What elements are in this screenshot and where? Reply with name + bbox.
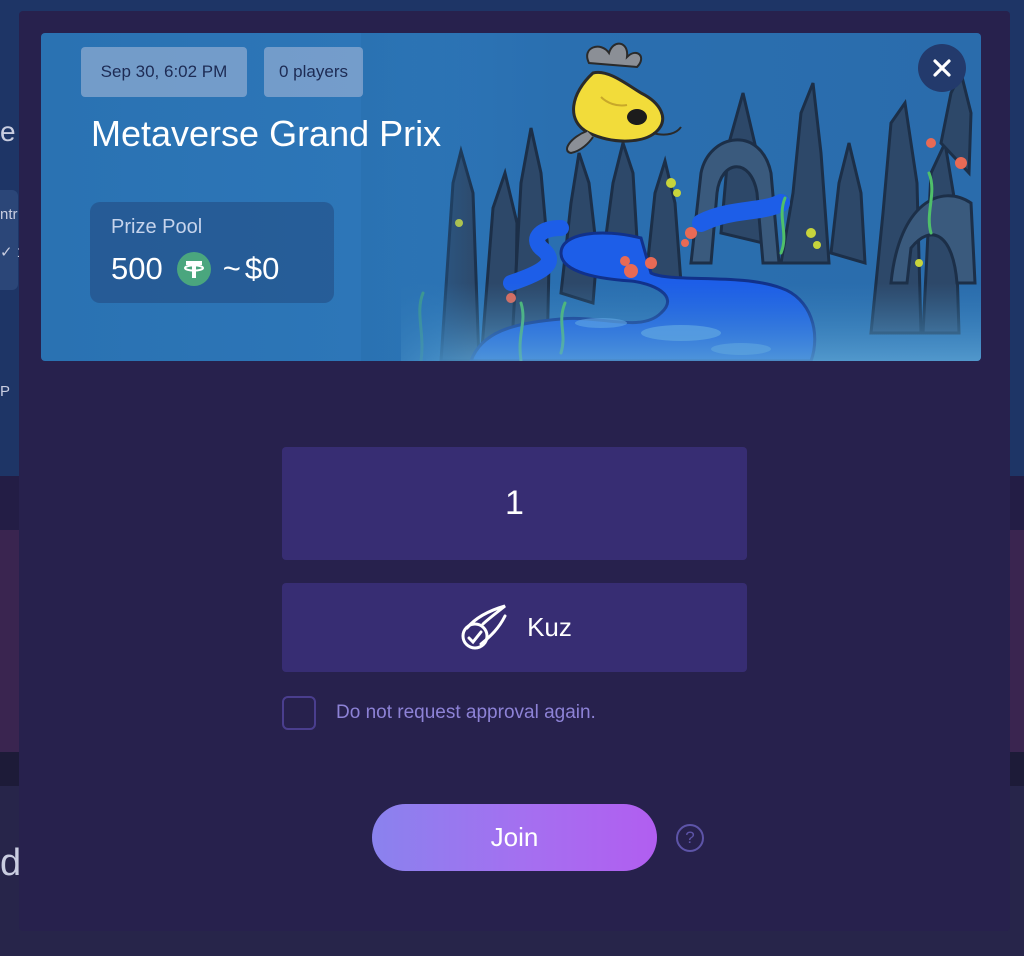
- tether-usdt-icon: [176, 252, 211, 286]
- account-selector[interactable]: Kuz: [282, 583, 747, 672]
- prize-pool-card: Prize Pool 500 ~ $0: [90, 202, 334, 303]
- date-chip: Sep 30, 6:02 PM: [81, 47, 247, 97]
- close-icon: [933, 59, 951, 77]
- close-button[interactable]: [918, 44, 966, 92]
- approval-checkbox[interactable]: [282, 696, 316, 730]
- background-text-fragment: ntr: [0, 206, 18, 223]
- background-card: [0, 190, 18, 290]
- amount-value: 1: [505, 484, 524, 522]
- join-tournament-modal: Sep 30, 6:02 PM 0 players Metaverse Gran…: [19, 11, 1010, 931]
- tournament-title: Metaverse Grand Prix: [91, 113, 442, 154]
- tournament-banner: Sep 30, 6:02 PM 0 players Metaverse Gran…: [41, 33, 981, 361]
- koi-fish-illustration: [566, 42, 682, 155]
- prize-usd-value: $0: [244, 251, 280, 286]
- background-text-fragment: d: [0, 842, 22, 884]
- join-button[interactable]: Join: [372, 804, 657, 871]
- amount-field[interactable]: 1: [282, 447, 747, 560]
- approval-checkbox-label[interactable]: Do not request approval again.: [336, 702, 596, 724]
- prize-amount: 500: [111, 251, 163, 286]
- background-text-fragment: P: [0, 383, 11, 400]
- account-name: Kuz: [527, 612, 572, 642]
- approval-option: Do not request approval again.: [282, 695, 596, 731]
- comet-icon: [461, 604, 507, 649]
- players-count-chip: 0 players: [264, 47, 363, 97]
- help-icon[interactable]: ?: [676, 824, 704, 852]
- background-text-fragment: e: [0, 116, 16, 147]
- prize-approx-sign: ~: [222, 251, 241, 286]
- prize-pool-label: Prize Pool: [111, 216, 203, 238]
- prize-pool-value: 500 ~ $0: [111, 249, 279, 289]
